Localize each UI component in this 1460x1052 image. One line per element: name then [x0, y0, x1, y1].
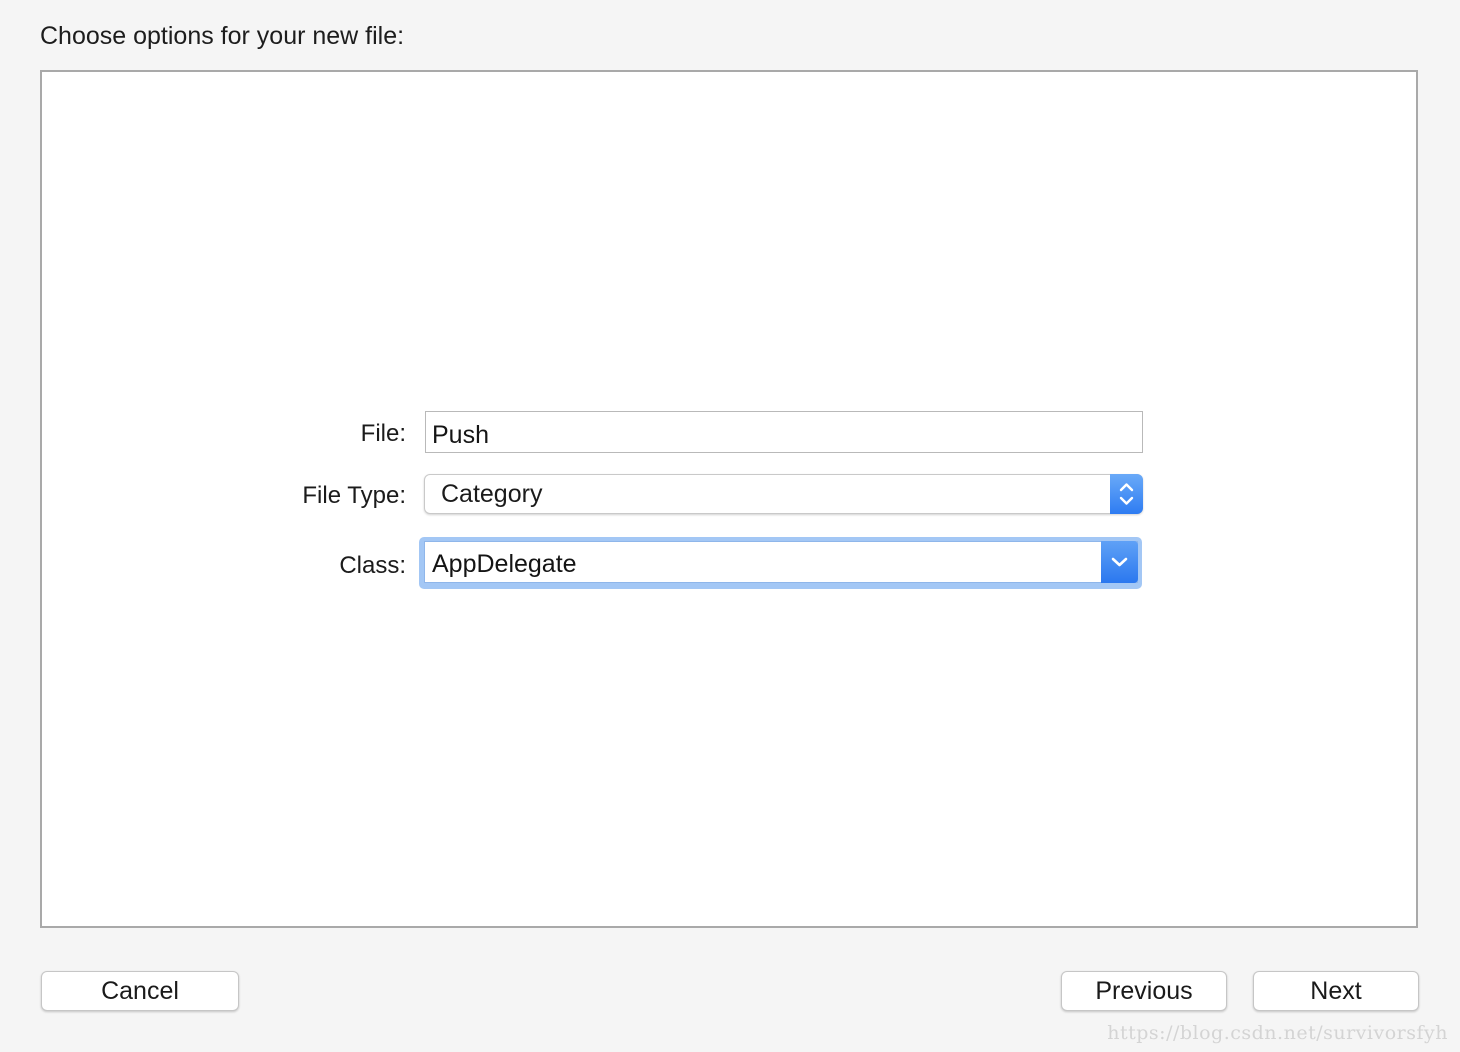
next-button[interactable]: Next — [1253, 971, 1419, 1011]
dialog-title: Choose options for your new file: — [40, 22, 405, 50]
file-type-popup[interactable]: Category — [424, 474, 1143, 514]
class-combo-box[interactable]: AppDelegate — [424, 541, 1138, 583]
file-type-label: File Type: — [302, 482, 406, 509]
class-label: Class: — [339, 552, 406, 579]
class-value: AppDelegate — [432, 550, 577, 578]
file-label: File: — [360, 420, 406, 447]
previous-button[interactable]: Previous — [1061, 971, 1227, 1011]
file-name-field[interactable] — [425, 411, 1143, 453]
file-type-value: Category — [441, 480, 543, 508]
watermark: https://blog.csdn.net/survivorsfyh — [1107, 1022, 1448, 1044]
chevron-down-icon[interactable] — [1101, 541, 1138, 583]
up-down-chevron-icon — [1110, 474, 1143, 514]
cancel-button[interactable]: Cancel — [41, 971, 239, 1011]
